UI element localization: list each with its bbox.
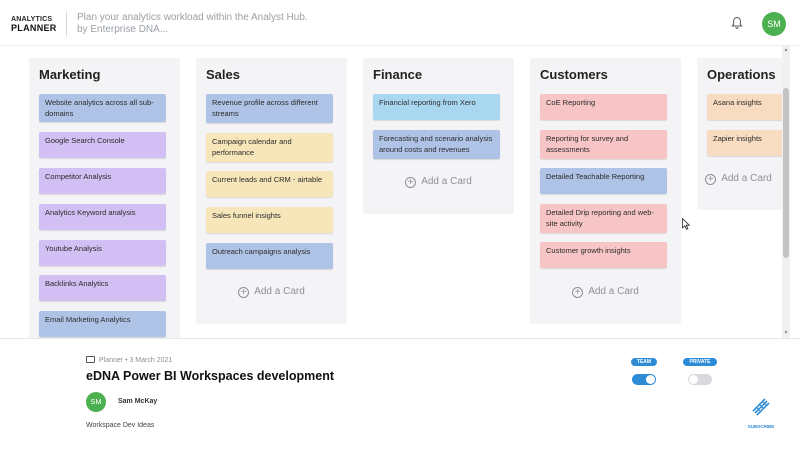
card-current-leads[interactable]: Current leads and CRM - airtable [206, 171, 333, 197]
team-toggle[interactable] [632, 374, 656, 385]
user-avatar[interactable]: SM [762, 12, 786, 36]
team-badge: TEAM [631, 358, 657, 366]
card-teachable-reporting[interactable]: Detailed Teachable Reporting [540, 168, 667, 194]
author-avatar: SM [86, 392, 106, 412]
app-logo[interactable]: ANALYTICS PLANNER [11, 15, 57, 33]
bell-icon[interactable] [730, 16, 744, 30]
column-marketing: Marketing Website analytics across all s… [29, 58, 180, 338]
column-customers: Customers CoE Reporting Reporting for su… [530, 58, 681, 324]
planner-icon [86, 356, 95, 363]
dna-icon [752, 398, 770, 416]
scroll-up-icon[interactable]: ▲ [783, 47, 789, 53]
plus-circle-icon: + [238, 287, 250, 298]
toggle-knob [646, 375, 655, 384]
add-card-label: Add a Card [254, 286, 305, 297]
planner-info-panel: Planner • 3 March 2021 eDNA Power BI Wor… [0, 338, 800, 449]
card-campaign-calendar[interactable]: Campaign calendar and performance [206, 133, 333, 162]
column-sales: Sales Revenue profile across different s… [196, 58, 347, 324]
toggle-knob [689, 375, 698, 384]
app-header: ANALYTICS PLANNER Plan your analytics wo… [0, 0, 800, 46]
mouse-cursor-icon [682, 218, 690, 230]
card-asana-insights[interactable]: Asana insights [707, 94, 785, 120]
planner-description: Workspace Dev Ideas [86, 422, 155, 429]
author-name: Sam McKay [118, 398, 158, 405]
planner-meta-text: Planner • 3 March 2021 [99, 357, 173, 364]
card-keyword-analysis[interactable]: Analytics Keyword analysis [39, 204, 166, 230]
planner-meta: Planner • 3 March 2021 [86, 356, 172, 364]
plus-circle-icon: + [572, 287, 584, 298]
card-coe-reporting[interactable]: CoE Reporting [540, 94, 667, 120]
column-title: Marketing [39, 67, 101, 82]
logo-line-2: PLANNER [11, 23, 57, 33]
tagline-line-2: by Enterprise DNA... [77, 24, 169, 35]
app-tagline: Plan your analytics workload within the … [77, 12, 308, 36]
card-website-analytics[interactable]: Website analytics across all sub-domains [39, 94, 166, 122]
card-customer-growth[interactable]: Customer growth insights [540, 242, 667, 268]
card-email-marketing[interactable]: Email Marketing Analytics [39, 311, 166, 337]
tagline-line-1: Plan your analytics workload within the … [77, 12, 308, 23]
card-outreach-campaigns[interactable]: Outreach campaigns analysis [206, 243, 333, 269]
add-card-label: Add a Card [588, 286, 639, 297]
card-revenue-profile[interactable]: Revenue profile across different streams [206, 94, 333, 123]
card-google-search-console[interactable]: Google Search Console [39, 132, 166, 158]
column-finance: Finance Financial reporting from Xero Fo… [363, 58, 514, 214]
subscribe-button[interactable]: SUBSCRIBE [745, 396, 777, 429]
card-drip-reporting[interactable]: Detailed Drip reporting and web-site act… [540, 204, 667, 233]
add-card-button[interactable]: + Add a Card [697, 173, 785, 185]
private-badge: PRIVATE [683, 358, 717, 366]
column-title: Sales [206, 67, 240, 82]
add-card-button[interactable]: + Add a Card [530, 286, 681, 298]
scrollbar-thumb[interactable] [783, 88, 789, 258]
planner-board: Marketing Website analytics across all s… [0, 46, 800, 338]
planner-title: eDNA Power BI Workspaces development [86, 369, 334, 383]
plus-circle-icon: + [405, 177, 417, 188]
add-card-label: Add a Card [421, 176, 472, 187]
logo-divider [66, 11, 67, 37]
card-competitor-analysis[interactable]: Competitor Analysis [39, 168, 166, 194]
card-zapier-insights[interactable]: Zapier insights [707, 130, 785, 156]
add-card-button[interactable]: + Add a Card [196, 286, 347, 298]
column-title: Customers [540, 67, 608, 82]
card-survey-reporting[interactable]: Reporting for survey and assessments [540, 130, 667, 159]
private-toggle[interactable] [688, 374, 712, 385]
card-financial-reporting[interactable]: Financial reporting from Xero [373, 94, 500, 120]
card-backlinks-analytics[interactable]: Backlinks Analytics [39, 275, 166, 301]
column-operations: Operations Asana insights Zapier insight… [697, 58, 785, 210]
column-title: Finance [373, 67, 423, 82]
subscribe-label: SUBSCRIBE [747, 424, 775, 429]
add-card-button[interactable]: + Add a Card [363, 176, 514, 188]
add-card-label: Add a Card [721, 173, 772, 184]
card-youtube-analysis[interactable]: Youtube Analysis [39, 240, 166, 266]
card-sales-funnel[interactable]: Sales funnel insights [206, 207, 333, 233]
plus-circle-icon: + [705, 174, 717, 185]
column-title: Operations [707, 67, 776, 82]
scroll-down-icon[interactable]: ▼ [783, 330, 789, 336]
vertical-scrollbar[interactable]: ▲ ▼ [782, 46, 790, 338]
card-forecasting[interactable]: Forecasting and scenario analysis around… [373, 130, 500, 159]
